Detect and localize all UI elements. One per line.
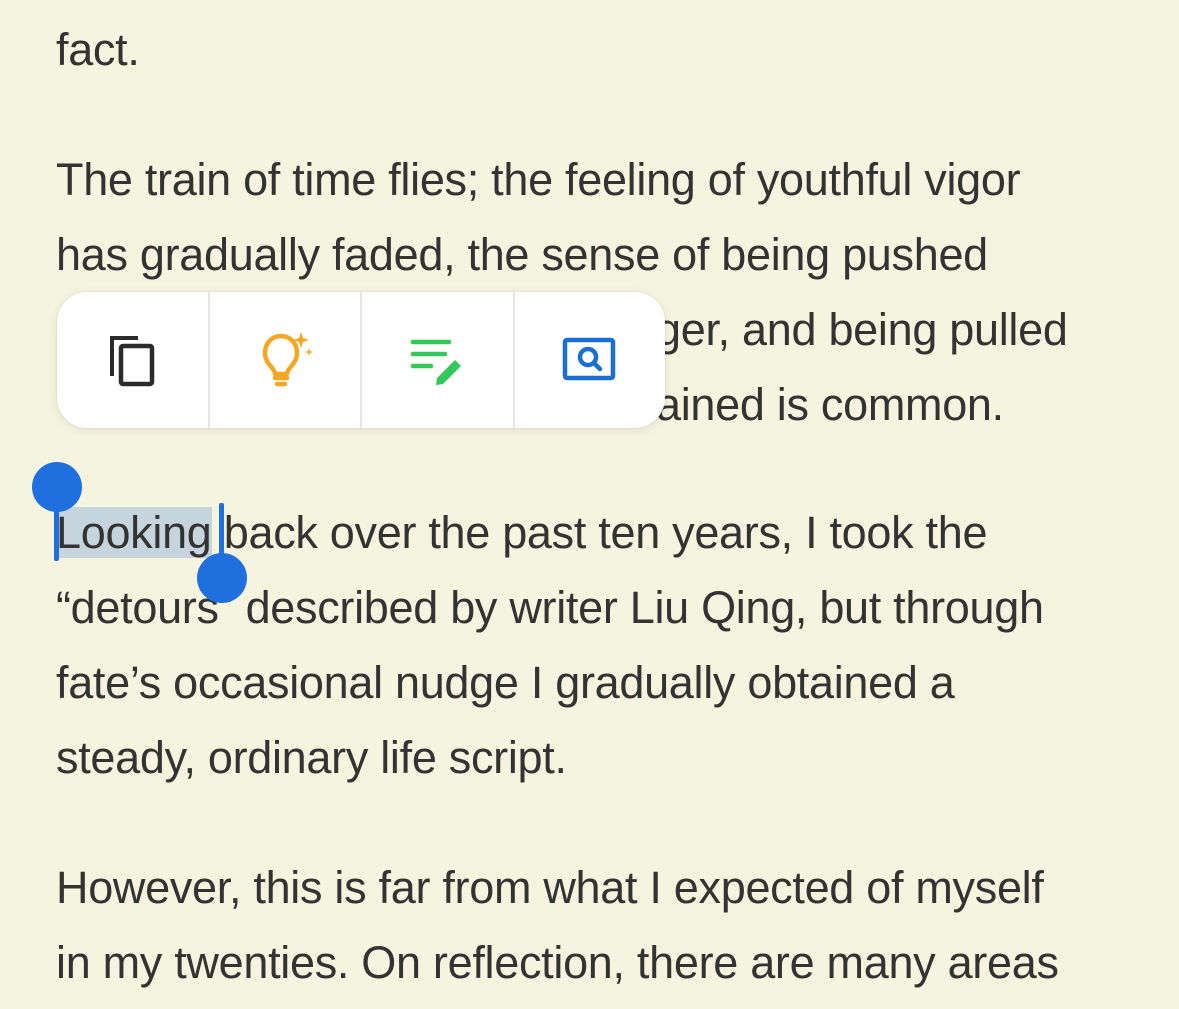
- text-line: steady, ordinary life script.: [56, 732, 567, 783]
- selected-text[interactable]: Looking: [56, 507, 212, 558]
- text-line: fact.: [56, 24, 140, 75]
- note-button[interactable]: [362, 292, 515, 428]
- idea-button[interactable]: [210, 292, 362, 428]
- selection-start-handle[interactable]: [32, 462, 82, 512]
- search-button[interactable]: [515, 292, 666, 428]
- reader-page: fact. The train of time flies; the feeli…: [0, 0, 1179, 1009]
- note-edit-icon: [409, 334, 465, 386]
- selection-end-handle[interactable]: [197, 553, 247, 603]
- text-line-with-selection[interactable]: Looking back over the past ten years, I …: [56, 503, 987, 563]
- lightbulb-sparkle-icon: [253, 328, 317, 392]
- text-line: has gradually faded, the sense of being …: [56, 229, 988, 280]
- text-line: The train of time flies; the feeling of …: [56, 154, 1021, 205]
- copy-button[interactable]: [57, 292, 210, 428]
- text-line: ained is common.: [656, 379, 1004, 430]
- text-line: fate’s occasional nudge I gradually obta…: [56, 657, 955, 708]
- text-span: back over the past ten years, I took the: [211, 507, 988, 558]
- copy-icon: [104, 330, 160, 390]
- text-line: However, this is far from what I expecte…: [56, 862, 1044, 913]
- text-line: in my twenties. On reflection, there are…: [56, 937, 1059, 988]
- search-icon: [562, 336, 618, 384]
- selection-toolbar: [57, 292, 665, 428]
- text-line: ger, and being pulled: [656, 304, 1068, 355]
